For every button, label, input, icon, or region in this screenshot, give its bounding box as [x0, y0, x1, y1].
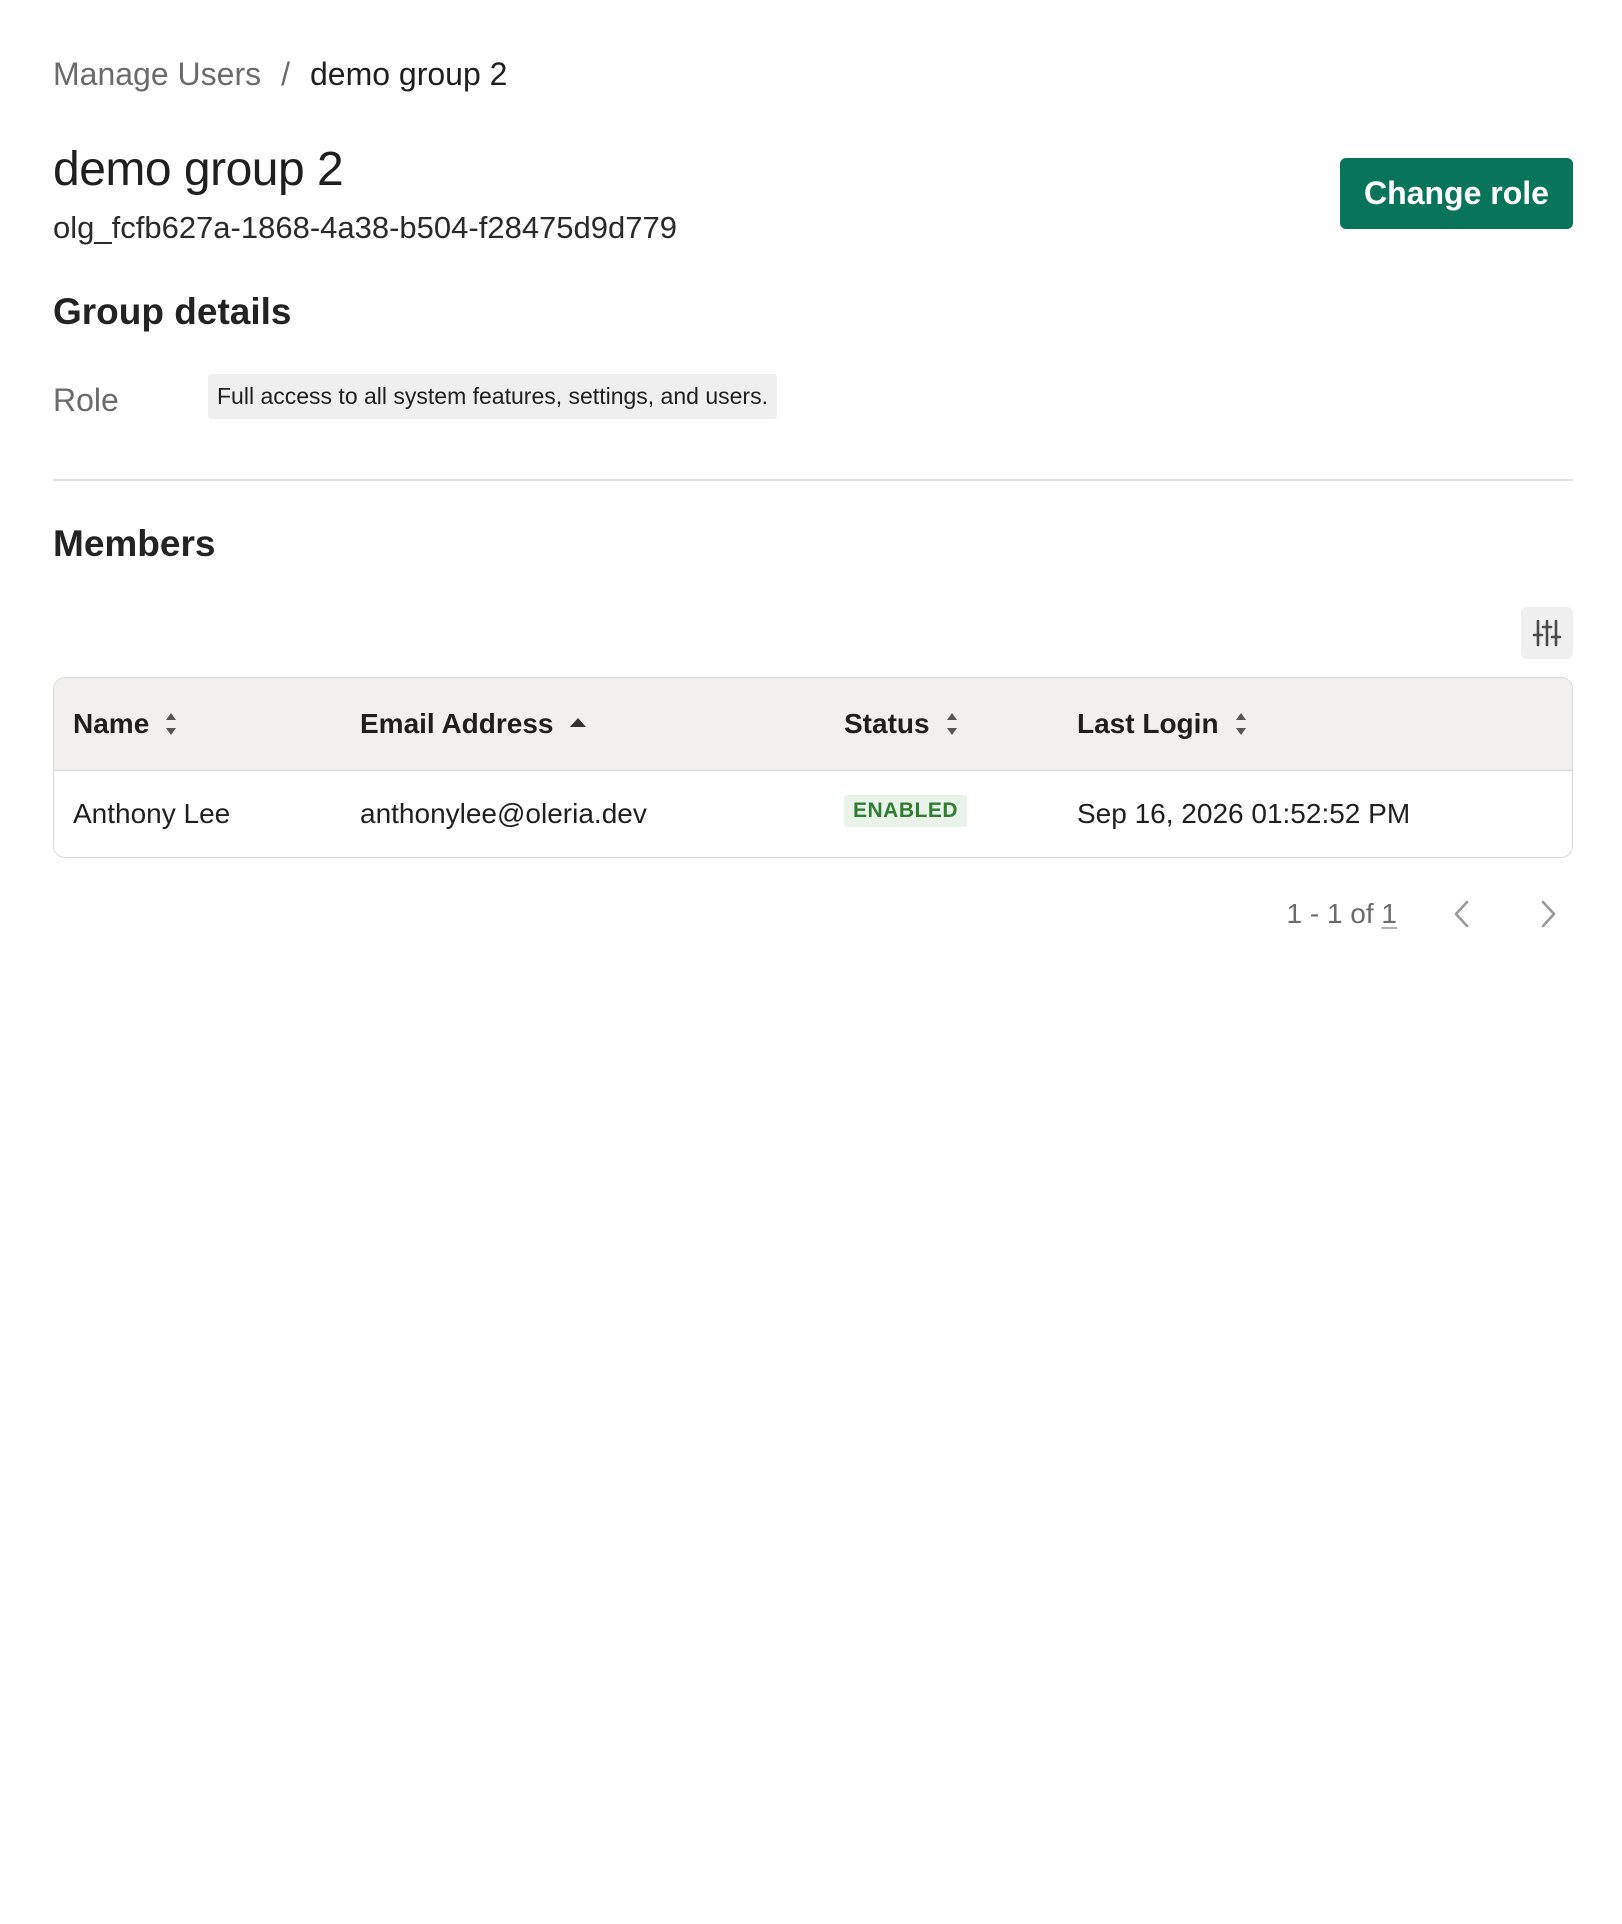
next-page-button[interactable] — [1525, 892, 1573, 936]
column-settings-button[interactable] — [1521, 607, 1573, 659]
column-header-status[interactable]: Status — [825, 678, 1058, 771]
table-row[interactable]: Anthony Lee anthonylee@oleria.dev ENABLE… — [54, 770, 1572, 857]
sliders-icon — [1532, 618, 1562, 648]
column-header-label: Last Login — [1077, 707, 1219, 739]
breadcrumb-current: demo group 2 — [309, 56, 508, 92]
cell-status: ENABLED — [825, 770, 1058, 857]
column-header-label: Status — [844, 707, 930, 739]
column-header-email[interactable]: Email Address — [341, 678, 825, 771]
chevron-right-icon — [1539, 898, 1559, 930]
group-id: olg_fcfb627a-1868-4a38-b504-f28475d9d779 — [53, 210, 677, 245]
previous-page-button[interactable] — [1437, 892, 1485, 936]
sort-unsorted-icon — [164, 711, 178, 737]
sort-ascending-icon — [568, 711, 588, 737]
page-title: demo group 2 — [53, 143, 344, 196]
cell-email: anthonylee@oleria.dev — [360, 797, 647, 829]
role-label: Role — [53, 382, 119, 418]
cell-name: Anthony Lee — [73, 797, 231, 829]
column-header-label: Name — [73, 707, 150, 739]
table-header-row: Name Email Address Status Last Login — [54, 678, 1572, 771]
column-header-last-login[interactable]: Last Login — [1058, 678, 1572, 771]
group-details-title: Group details — [53, 291, 292, 332]
members-table: Name Email Address Status Last Login Ant… — [53, 677, 1573, 858]
column-header-label: Email Address — [360, 707, 554, 739]
sort-unsorted-icon — [1234, 711, 1248, 737]
column-header-name[interactable]: Name — [54, 678, 341, 771]
breadcrumb: Manage Users / demo group 2 — [53, 56, 507, 93]
breadcrumb-manage-users-link[interactable]: Manage Users — [53, 56, 261, 93]
pagination: 1 - 1 of 1 — [1286, 892, 1573, 936]
role-value-chip: Full access to all system features, sett… — [208, 374, 777, 419]
pagination-range: 1 - 1 of 1 — [1286, 898, 1397, 930]
cell-last-login: Sep 16, 2026 01:52:52 PM — [1077, 797, 1411, 829]
breadcrumb-separator: / — [281, 56, 290, 92]
pagination-range-text: 1 - 1 of — [1286, 898, 1382, 929]
status-badge: ENABLED — [844, 795, 968, 828]
members-title: Members — [53, 523, 216, 564]
sort-unsorted-icon — [945, 711, 959, 737]
section-divider — [53, 479, 1573, 481]
pagination-total[interactable]: 1 — [1381, 898, 1397, 929]
chevron-left-icon — [1451, 898, 1471, 930]
change-role-button[interactable]: Change role — [1340, 158, 1573, 229]
